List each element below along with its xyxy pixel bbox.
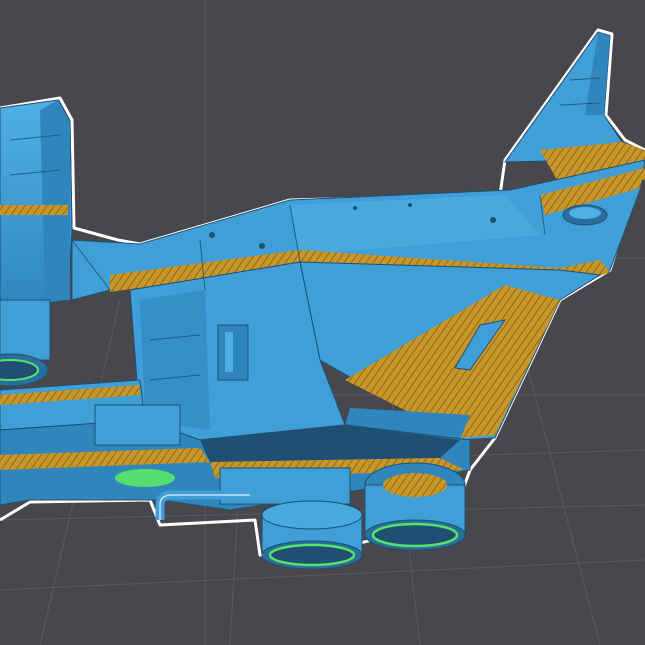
3d-viewport[interactable] [0,0,645,645]
viewport-canvas[interactable] [0,0,645,645]
left-thruster [0,299,51,387]
spaceship-model[interactable] [0,31,645,570]
rear-engine-right [364,462,466,551]
rear-engine-left [261,500,363,570]
selection-ring [115,469,175,487]
